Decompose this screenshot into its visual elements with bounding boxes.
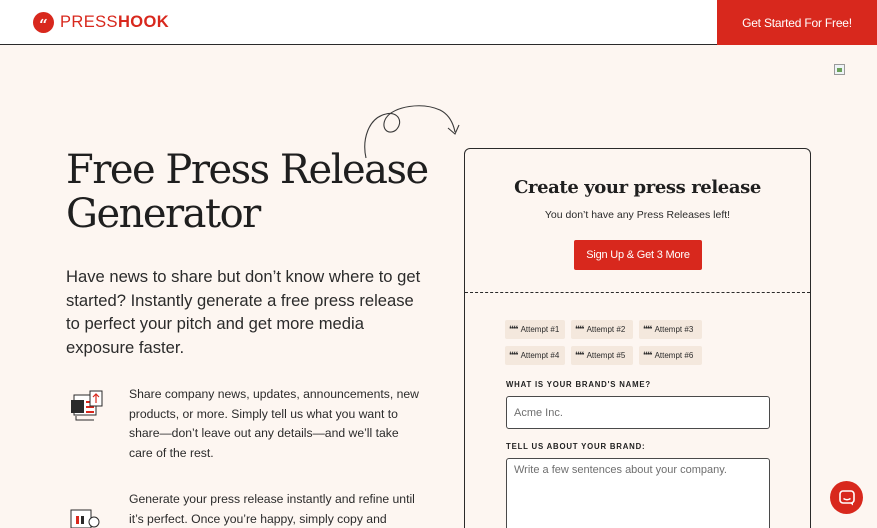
attempt-chip[interactable]: ❝❝ Attempt #6 bbox=[639, 346, 702, 365]
attempt-chip[interactable]: ❝❝ Attempt #3 bbox=[639, 320, 702, 339]
attempt-chip[interactable]: ❝❝ Attempt #4 bbox=[505, 346, 565, 365]
quote-logo-icon: “ bbox=[33, 12, 54, 33]
attempt-label: Attempt #6 bbox=[654, 351, 694, 360]
quote-icon: ❝❝ bbox=[509, 350, 519, 361]
brand-about-label: TELL US ABOUT YOUR BRAND: bbox=[506, 442, 646, 451]
quote-icon: ❝❝ bbox=[575, 324, 585, 335]
quote-icon: ❝❝ bbox=[643, 350, 653, 361]
attempt-chip[interactable]: ❝❝ Attempt #1 bbox=[505, 320, 565, 339]
logo-word-hook: HOOK bbox=[117, 13, 170, 31]
attempt-chip[interactable]: ❝❝ Attempt #2 bbox=[571, 320, 633, 339]
hero-subtitle: Have news to share but don’t know where … bbox=[66, 267, 421, 357]
attempt-label: Attempt #3 bbox=[654, 325, 694, 334]
dashed-divider bbox=[465, 292, 810, 293]
feature-text: Generate your press release instantly an… bbox=[129, 492, 415, 526]
page-title: Free Press Release Generator bbox=[66, 147, 429, 237]
attempt-chip[interactable]: ❝❝ Attempt #5 bbox=[571, 346, 633, 365]
logo-word-press: PRESS bbox=[60, 13, 118, 31]
attempt-label: Attempt #2 bbox=[586, 325, 626, 334]
feature-text: Share company news, updates, announcemen… bbox=[129, 387, 419, 460]
logo-wordmark: PRESSHOOK bbox=[60, 13, 169, 32]
quote-icon: ❝❝ bbox=[575, 350, 585, 361]
broken-image-icon bbox=[834, 64, 845, 75]
brand-name-input[interactable] bbox=[506, 396, 770, 429]
quote-icon: ❝❝ bbox=[643, 324, 653, 335]
get-started-button[interactable]: Get Started For Free! bbox=[717, 0, 877, 45]
chat-launcher-button[interactable] bbox=[830, 481, 863, 514]
quota-message: You don’t have any Press Releases left! bbox=[544, 209, 731, 221]
signup-button[interactable]: Sign Up & Get 3 More bbox=[574, 240, 702, 270]
chat-icon bbox=[838, 489, 855, 505]
presshook-logo[interactable]: “ PRESSHOOK bbox=[33, 12, 169, 33]
form-title: Create your press release bbox=[514, 177, 761, 198]
press-release-form: Create your press release You don’t have… bbox=[464, 148, 811, 528]
attempt-label: Attempt #1 bbox=[520, 325, 560, 334]
site-header: “ PRESSHOOK Get Started For Free! bbox=[0, 0, 877, 45]
attempt-label: Attempt #5 bbox=[586, 351, 626, 360]
brand-about-textarea[interactable] bbox=[506, 458, 770, 528]
brand-name-label: WHAT IS YOUR BRAND'S NAME? bbox=[506, 380, 651, 389]
attempt-chips: ❝❝ Attempt #1 ❝❝ Attempt #2 ❝❝ Attempt #3 ❝… bbox=[505, 320, 715, 365]
document-edit-icon bbox=[70, 509, 100, 528]
news-share-icon bbox=[71, 390, 103, 421]
attempt-label: Attempt #4 bbox=[520, 351, 560, 360]
quote-icon: ❝❝ bbox=[509, 324, 519, 335]
